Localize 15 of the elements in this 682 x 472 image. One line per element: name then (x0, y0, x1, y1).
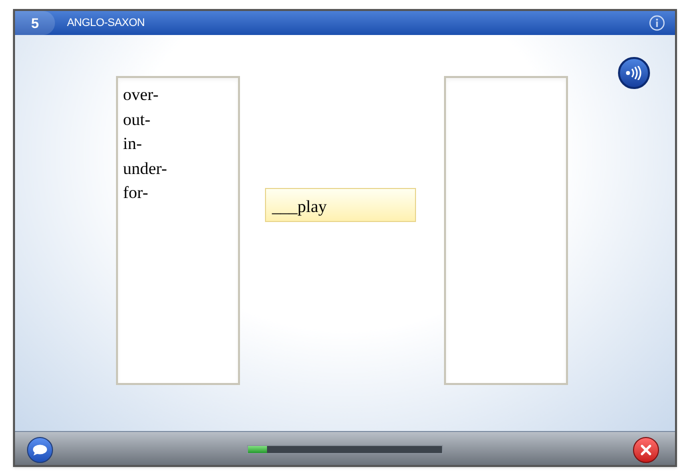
speaker-icon (624, 66, 644, 80)
close-button[interactable] (633, 437, 659, 463)
window-title: ANGLO-SAXON (67, 16, 145, 31)
info-icon[interactable] (649, 15, 665, 31)
close-icon (640, 444, 652, 456)
audio-button[interactable] (618, 57, 650, 89)
word-item[interactable]: out- (123, 108, 150, 132)
word-card[interactable]: ___play (265, 188, 416, 222)
speech-bubble-icon (32, 444, 48, 456)
word-item[interactable]: for- (123, 181, 148, 206)
chat-button[interactable] (27, 437, 53, 463)
word-item[interactable]: over- (123, 83, 159, 108)
lesson-number: 5 (15, 11, 55, 35)
word-item[interactable]: under- (123, 156, 168, 181)
word-item[interactable]: in- (123, 132, 142, 156)
